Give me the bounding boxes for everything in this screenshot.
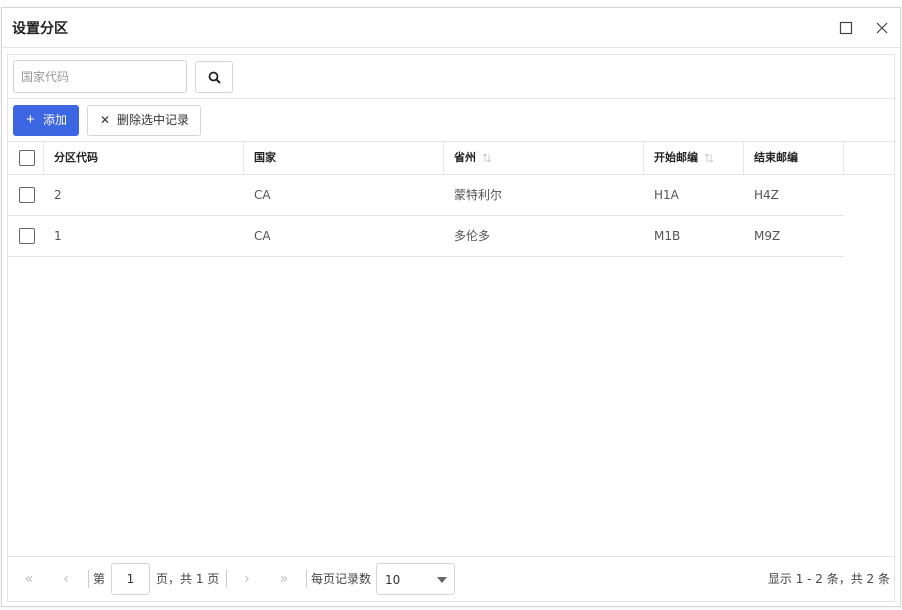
divider (226, 570, 227, 588)
cell-partition-code: 2 (44, 175, 244, 215)
cell-text: 蒙特利尔 (454, 188, 503, 202)
cell-text: 1 (54, 229, 62, 243)
page-prefix: 第 (93, 572, 106, 586)
cell-text: 多伦多 (454, 229, 491, 243)
close-button[interactable] (872, 18, 892, 38)
cell-end-zip: H4Z (744, 175, 844, 215)
per-page-label: 每页记录数 (311, 572, 372, 586)
cell-end-zip: M9Z (744, 216, 844, 256)
page-number-input[interactable] (111, 563, 150, 595)
chevron-down-icon (437, 577, 447, 583)
plus-icon: + (26, 111, 35, 128)
table-row[interactable]: 2 CA 蒙特利尔 H1A H4Z (8, 175, 844, 216)
row-checkbox[interactable] (19, 187, 35, 203)
prev-page-icon[interactable]: ‹ (58, 571, 74, 587)
cell-country: CA (244, 216, 444, 256)
cell-start-zip: M1B (644, 216, 744, 256)
partition-panel: + 添加 ✕ 删除选中记录 分区代码 国家 省州 (7, 54, 895, 602)
search-bar (8, 55, 894, 99)
close-icon (876, 22, 888, 34)
cell-text: CA (254, 229, 271, 243)
page-suffix: 页，共 1 页 (156, 572, 220, 586)
header-label: 结束邮编 (754, 151, 798, 164)
add-button[interactable]: + 添加 (13, 105, 79, 136)
cell-text: H4Z (754, 188, 779, 202)
country-code-search-input[interactable] (13, 60, 187, 93)
maximize-button[interactable] (836, 18, 856, 38)
first-page-icon[interactable]: « (21, 571, 37, 587)
header-label: 国家 (254, 151, 276, 164)
sort-icon[interactable] (704, 152, 714, 164)
delete-selected-button[interactable]: ✕ 删除选中记录 (87, 105, 201, 136)
per-page-select[interactable]: 10 (376, 563, 455, 595)
header-start-zip[interactable]: 开始邮编 (644, 142, 744, 175)
set-partition-dialog: 设置分区 + 添加 (1, 7, 901, 607)
add-button-label: 添加 (43, 113, 68, 127)
record-info: 显示 1 - 2 条，共 2 条 (767, 572, 890, 586)
header-label: 分区代码 (54, 151, 98, 164)
divider (88, 570, 89, 588)
search-button[interactable] (195, 61, 233, 93)
cell-text: H1A (654, 188, 679, 202)
dialog-title: 设置分区 (12, 21, 68, 37)
row-checkbox-cell (8, 216, 44, 256)
cell-text: M9Z (754, 229, 781, 243)
header-label: 省州 (454, 151, 476, 164)
toolbar: + 添加 ✕ 删除选中记录 (8, 99, 894, 142)
table-header: 分区代码 国家 省州 开始邮编 结束邮编 (8, 142, 894, 175)
row-checkbox[interactable] (19, 228, 35, 244)
delete-selected-label: 删除选中记录 (117, 113, 190, 127)
divider (306, 570, 307, 588)
maximize-icon (839, 21, 853, 35)
dialog-titlebar: 设置分区 (2, 8, 900, 48)
cell-text: CA (254, 188, 271, 202)
search-icon (208, 71, 221, 84)
next-page-icon[interactable]: › (239, 571, 255, 587)
last-page-icon[interactable]: » (276, 571, 292, 587)
cell-text: M1B (654, 229, 681, 243)
cell-text: 2 (54, 188, 62, 202)
sort-icon[interactable] (482, 152, 492, 164)
cell-partition-code: 1 (44, 216, 244, 256)
per-page-value: 10 (385, 573, 401, 587)
pagination-bar: « ‹ 第 页，共 1 页 › » 每页记录数 10 显示 1 - 2 条，共 … (8, 556, 894, 601)
cell-province: 蒙特利尔 (444, 175, 644, 215)
row-checkbox-cell (8, 175, 44, 215)
table-row[interactable]: 1 CA 多伦多 M1B M9Z (8, 216, 844, 257)
header-country[interactable]: 国家 (244, 142, 444, 175)
cell-start-zip: H1A (644, 175, 744, 215)
cell-province: 多伦多 (444, 216, 644, 256)
header-partition-code[interactable]: 分区代码 (44, 142, 244, 175)
header-end-zip[interactable]: 结束邮编 (744, 142, 844, 175)
select-all-checkbox[interactable] (19, 150, 35, 166)
x-icon: ✕ (100, 113, 111, 127)
header-province[interactable]: 省州 (444, 142, 644, 175)
header-label: 开始邮编 (654, 151, 698, 164)
cell-country: CA (244, 175, 444, 215)
header-checkbox-cell (8, 142, 44, 175)
